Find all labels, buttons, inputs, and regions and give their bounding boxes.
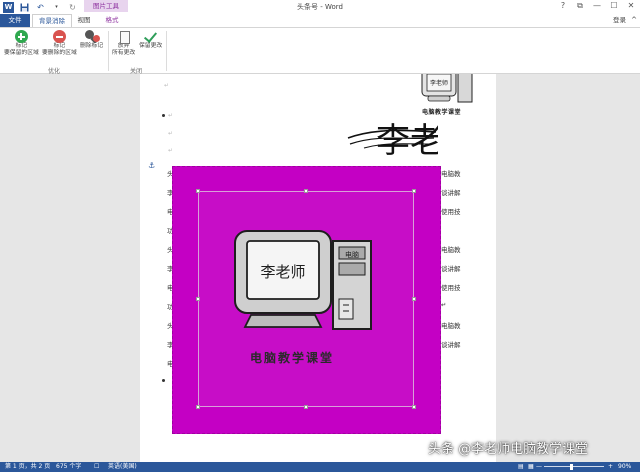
group-divider	[166, 31, 167, 71]
paragraph-mark: ↵	[168, 147, 174, 154]
title-bar: W ↶ ▾ ↻ ▾ 图片工具 头条号 - Word ? ⧉ — ☐ ✕	[0, 0, 640, 14]
paragraph-bullet	[162, 114, 165, 117]
plus-circle-icon	[14, 30, 28, 43]
resize-handle-top-left[interactable]	[196, 189, 200, 193]
text-line-end: 谈讲解	[441, 189, 461, 197]
word-window: W ↶ ▾ ↻ ▾ 图片工具 头条号 - Word ? ⧉ — ☐ ✕ 文件 背…	[0, 0, 640, 472]
resize-handle-bottom-left[interactable]	[196, 405, 200, 409]
window-controls: ? ⧉ — ☐ ✕	[558, 1, 636, 11]
anchor-icon[interactable]: ⚓	[148, 161, 155, 170]
text-line-end: 谈讲解	[441, 341, 461, 349]
mark-remove-label-1: 标记	[53, 43, 66, 49]
discard-all-changes-button[interactable]: 放弃 所有更改	[112, 30, 135, 57]
text-line-end: 电脑教	[441, 170, 461, 178]
checkmark-icon	[144, 30, 157, 43]
ribbon-display-icon[interactable]: ⧉	[575, 1, 585, 11]
collapse-ribbon-icon[interactable]: ^	[631, 16, 637, 24]
computer-illustration: 李老师 电脑	[234, 230, 372, 330]
help-icon[interactable]: ?	[558, 1, 568, 11]
delete-mark-icon	[85, 30, 101, 43]
group-divider	[108, 31, 109, 71]
keep-changes-button[interactable]: 保留更改	[139, 30, 162, 50]
delete-mark-button[interactable]: 删除标记	[80, 30, 103, 50]
resize-handle-bottom[interactable]	[304, 405, 308, 409]
resize-handle-right[interactable]	[412, 297, 416, 301]
zoom-in-button[interactable]: +	[608, 462, 613, 472]
text-line-end: 电脑教	[441, 246, 461, 254]
text-line-end: 电脑教	[441, 322, 461, 330]
paragraph-mark: ↵	[168, 112, 174, 119]
keep-changes-label: 保留更改	[139, 43, 163, 49]
tab-view[interactable]: 视图	[74, 14, 94, 27]
text-line-end: 使用技	[441, 208, 461, 216]
document-page[interactable]: ↵ ↵ ↵ ↵ ⚓ 李老师 电脑教学课堂 李老师	[140, 74, 496, 462]
zoom-slider-thumb[interactable]	[570, 464, 573, 470]
discard-label-1: 放弃	[117, 43, 130, 49]
delete-mark-label: 删除标记	[80, 43, 104, 49]
window-title: 头条号 - Word	[297, 3, 343, 11]
resize-handle-top[interactable]	[304, 189, 308, 193]
print-layout-icon[interactable]: ▦	[528, 462, 534, 472]
zoom-out-button[interactable]: —	[536, 462, 542, 472]
text-line-end: ↵	[441, 301, 447, 309]
language-indicator[interactable]: 英语(美国)	[108, 462, 137, 472]
tab-format[interactable]: 格式	[101, 14, 123, 27]
login-link[interactable]: 登录	[613, 14, 626, 27]
discard-changes-icon	[118, 30, 130, 44]
close-button[interactable]: ✕	[626, 1, 636, 11]
mark-remove-label-2: 要删除的区域	[42, 50, 77, 56]
ribbon-tabs: 文件 背景消除 视图 格式 登录 ^	[0, 14, 640, 28]
watermark-text: 头条 @李老师电脑教学课堂	[428, 442, 589, 457]
maximize-button[interactable]: ☐	[609, 1, 619, 11]
resize-handle-bottom-right[interactable]	[412, 405, 416, 409]
resize-handle-top-right[interactable]	[412, 189, 416, 193]
zoom-slider[interactable]	[544, 466, 604, 467]
text-line-end: 谈讲解	[441, 265, 461, 273]
signature-text: 李老师	[376, 121, 438, 161]
status-bar: 第 1 页，共 2 页 675 个字 ☐ 英语(美国) ▤ ▦ — + 90%	[0, 462, 640, 472]
minus-circle-icon	[52, 30, 66, 43]
read-mode-icon[interactable]: ▤	[518, 462, 524, 472]
paragraph-bullet	[162, 379, 165, 382]
signature-image[interactable]: 李老师	[346, 114, 438, 162]
tab-background-removal[interactable]: 背景消除	[32, 14, 72, 28]
word-count[interactable]: 675 个字	[56, 462, 81, 472]
proofing-icon[interactable]: ☐	[94, 462, 99, 472]
zoom-level[interactable]: 90%	[618, 462, 631, 472]
screen-text: 李老师	[260, 263, 305, 281]
ribbon: 标记 要保留的区域 标记 要删除的区域 删除标记 优化 放弃 所有更改 保留更改…	[0, 27, 640, 75]
paragraph-mark: ↵	[164, 82, 170, 89]
mark-keep-label-2: 要保留的区域	[4, 50, 39, 56]
tower-text: 电脑	[345, 250, 359, 259]
resize-handle-left[interactable]	[196, 297, 200, 301]
page-count[interactable]: 第 1 页，共 2 页	[5, 462, 50, 472]
mark-keep-button[interactable]: 标记 要保留的区域	[4, 30, 39, 57]
discard-label-2: 所有更改	[112, 50, 136, 56]
mark-keep-label-1: 标记	[15, 43, 28, 49]
mark-remove-button[interactable]: 标记 要删除的区域	[42, 30, 77, 57]
svg-text:李老师: 李老师	[430, 79, 448, 87]
document-area[interactable]: ↵ ↵ ↵ ↵ ⚓ 李老师 电脑教学课堂 李老师	[0, 74, 640, 462]
text-line-end: 使用技	[441, 284, 461, 292]
tab-file[interactable]: 文件	[0, 14, 30, 27]
illustration-caption: 电脑教学课堂	[250, 351, 335, 365]
minimize-button[interactable]: —	[592, 1, 602, 11]
paragraph-mark: ↵	[168, 130, 174, 137]
